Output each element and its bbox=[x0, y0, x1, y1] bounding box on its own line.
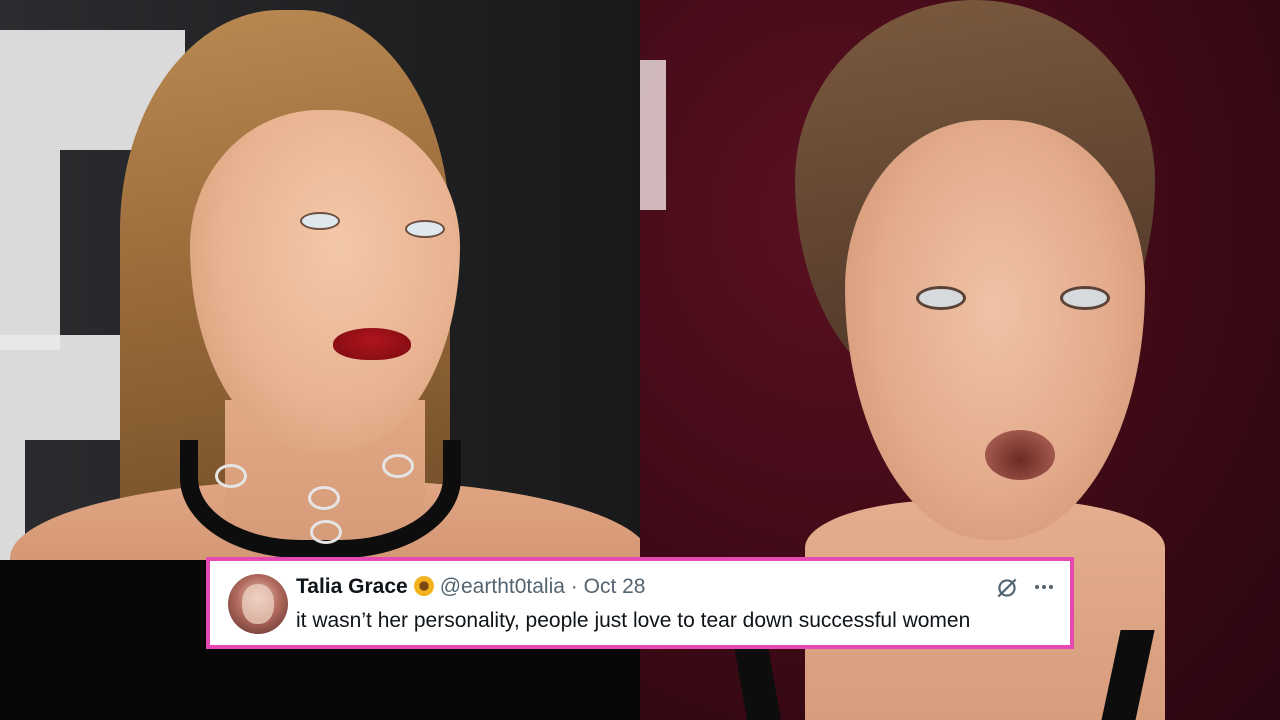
display-name[interactable]: Talia Grace bbox=[296, 575, 408, 598]
backdrop-letter bbox=[0, 335, 130, 440]
eye bbox=[916, 286, 966, 310]
avatar[interactable] bbox=[228, 574, 288, 634]
eye bbox=[405, 220, 445, 238]
necklace-gem bbox=[215, 464, 247, 488]
more-icon[interactable] bbox=[1032, 575, 1056, 599]
face bbox=[845, 120, 1145, 540]
tweet-text: it wasn’t her personality, people just l… bbox=[296, 609, 971, 632]
mouth bbox=[985, 430, 1055, 480]
necklace-gem bbox=[382, 454, 414, 478]
tweet-date[interactable]: Oct 28 bbox=[584, 575, 646, 598]
tweet-header: Talia Grace @eartht0talia · Oct 28 bbox=[296, 575, 645, 599]
handle[interactable]: @eartht0talia bbox=[440, 575, 565, 598]
background-light bbox=[640, 60, 666, 210]
backdrop-letter bbox=[0, 150, 60, 350]
necklace-gem bbox=[310, 520, 342, 544]
separator: · bbox=[570, 575, 578, 598]
eye bbox=[1060, 286, 1110, 310]
lips bbox=[333, 328, 411, 360]
sunflower-icon bbox=[413, 576, 434, 596]
grok-icon[interactable] bbox=[994, 575, 1020, 601]
eye bbox=[300, 212, 340, 230]
necklace-gem bbox=[308, 486, 340, 510]
tweet-card[interactable]: Talia Grace @eartht0talia · Oct 28 it was… bbox=[206, 557, 1074, 649]
